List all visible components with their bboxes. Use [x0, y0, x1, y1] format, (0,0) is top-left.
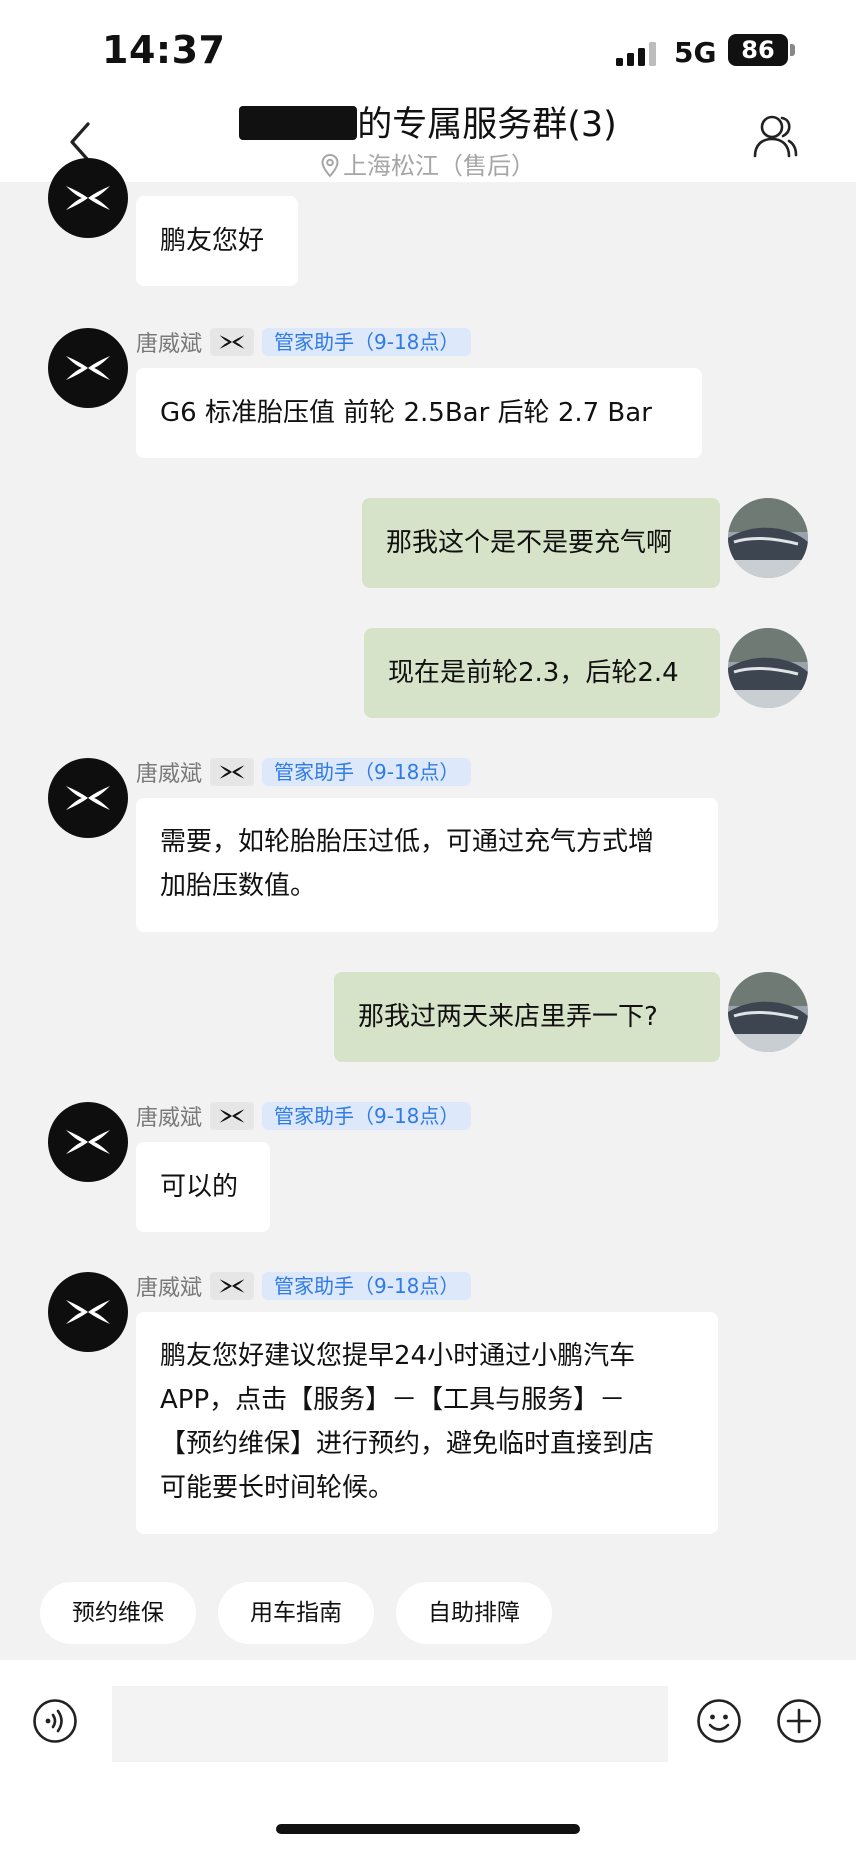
input-bar: [0, 1660, 856, 1852]
sender-name: 唐威斌: [136, 762, 203, 787]
message-bubble[interactable]: 现在是前轮2.3，后轮2.4: [364, 628, 720, 718]
agent-avatar[interactable]: [48, 328, 128, 408]
message-bubble[interactable]: 鹏友您好: [136, 196, 298, 286]
emoji-icon[interactable]: [696, 1698, 742, 1744]
role-badge: 管家助手（9-18点）: [262, 1102, 472, 1130]
voice-icon[interactable]: [32, 1698, 78, 1744]
status-bar: 14:37 5G 86: [0, 0, 856, 96]
location-text: 上海松江（售后）: [343, 152, 535, 180]
quick-reply-guide[interactable]: 用车指南: [218, 1582, 374, 1644]
agent-avatar[interactable]: [48, 1102, 128, 1182]
agent-avatar[interactable]: [48, 1272, 128, 1352]
message-line: 需要，如轮胎胎压过低，可通过充气方式增: [160, 827, 655, 857]
sender-info: 唐威斌 管家助手（9-18点）: [136, 757, 472, 787]
role-badge: 管家助手（9-18点）: [262, 758, 472, 786]
chat-header: 的专属服务群(3) 上海松江（售后）: [0, 96, 856, 182]
group-members-icon[interactable]: [752, 112, 798, 160]
role-badge: 管家助手（9-18点）: [262, 1272, 472, 1300]
message-bubble[interactable]: 那我过两天来店里弄一下?: [334, 972, 720, 1062]
message-line: 加胎压数值。: [160, 871, 317, 901]
message-line: 可能要长时间轮候。: [160, 1473, 395, 1503]
message-bubble[interactable]: 那我这个是不是要充气啊: [362, 498, 720, 588]
battery-cap: [790, 44, 795, 56]
battery-indicator: 86: [728, 34, 788, 66]
quick-reply-troubleshoot[interactable]: 自助排障: [396, 1582, 552, 1644]
message-bubble[interactable]: 鹏友您好建议您提早24小时通过小鹏汽车 APP，点击【服务】－【工具与服务】－ …: [136, 1312, 718, 1534]
message-input[interactable]: [112, 1686, 668, 1762]
chat-title: 的专属服务群(3): [0, 96, 856, 147]
sender-name: 唐威斌: [136, 1106, 203, 1131]
agent-avatar[interactable]: [48, 158, 128, 238]
user-avatar[interactable]: [728, 498, 808, 578]
message-bubble[interactable]: G6 标准胎压值 前轮 2.5Bar 后轮 2.7 Bar: [136, 368, 702, 458]
user-avatar[interactable]: [728, 628, 808, 708]
brand-logo-icon: [210, 1272, 255, 1300]
message-line: 鹏友您好建议您提早24小时通过小鹏汽车: [160, 1341, 636, 1371]
home-indicator[interactable]: [276, 1824, 580, 1834]
chat-location: 上海松江（售后）: [0, 146, 856, 181]
brand-logo-icon: [210, 758, 255, 786]
user-avatar[interactable]: [728, 972, 808, 1052]
role-badge: 管家助手（9-18点）: [262, 328, 472, 356]
plus-icon[interactable]: [776, 1698, 822, 1744]
message-line: APP，点击【服务】－【工具与服务】－: [160, 1385, 626, 1415]
redacted-name: [239, 106, 358, 140]
message-line: 【预约维保】进行预约，避免临时直接到店: [160, 1429, 655, 1459]
status-time: 14:37: [102, 28, 226, 72]
location-pin-icon: [321, 154, 339, 178]
signal-icon: [616, 42, 656, 66]
quick-replies: 预约维保 用车指南 自助排障: [40, 1582, 552, 1644]
sender-info: 唐威斌 管家助手（9-18点）: [136, 1101, 472, 1131]
message-bubble[interactable]: 可以的: [136, 1142, 270, 1232]
sender-name: 唐威斌: [136, 332, 203, 357]
message-bubble[interactable]: 需要，如轮胎胎压过低，可通过充气方式增 加胎压数值。: [136, 798, 718, 932]
agent-avatar[interactable]: [48, 758, 128, 838]
quick-reply-maintenance[interactable]: 预约维保: [40, 1582, 196, 1644]
sender-name: 唐威斌: [136, 1276, 203, 1301]
sender-info: 唐威斌 管家助手（9-18点）: [136, 1271, 472, 1301]
brand-logo-icon: [210, 328, 255, 356]
sender-info: 唐威斌 管家助手（9-18点）: [136, 327, 472, 357]
network-type: 5G: [674, 36, 717, 69]
title-end: 的专属服务群(3): [357, 105, 617, 145]
brand-logo-icon: [210, 1102, 255, 1130]
